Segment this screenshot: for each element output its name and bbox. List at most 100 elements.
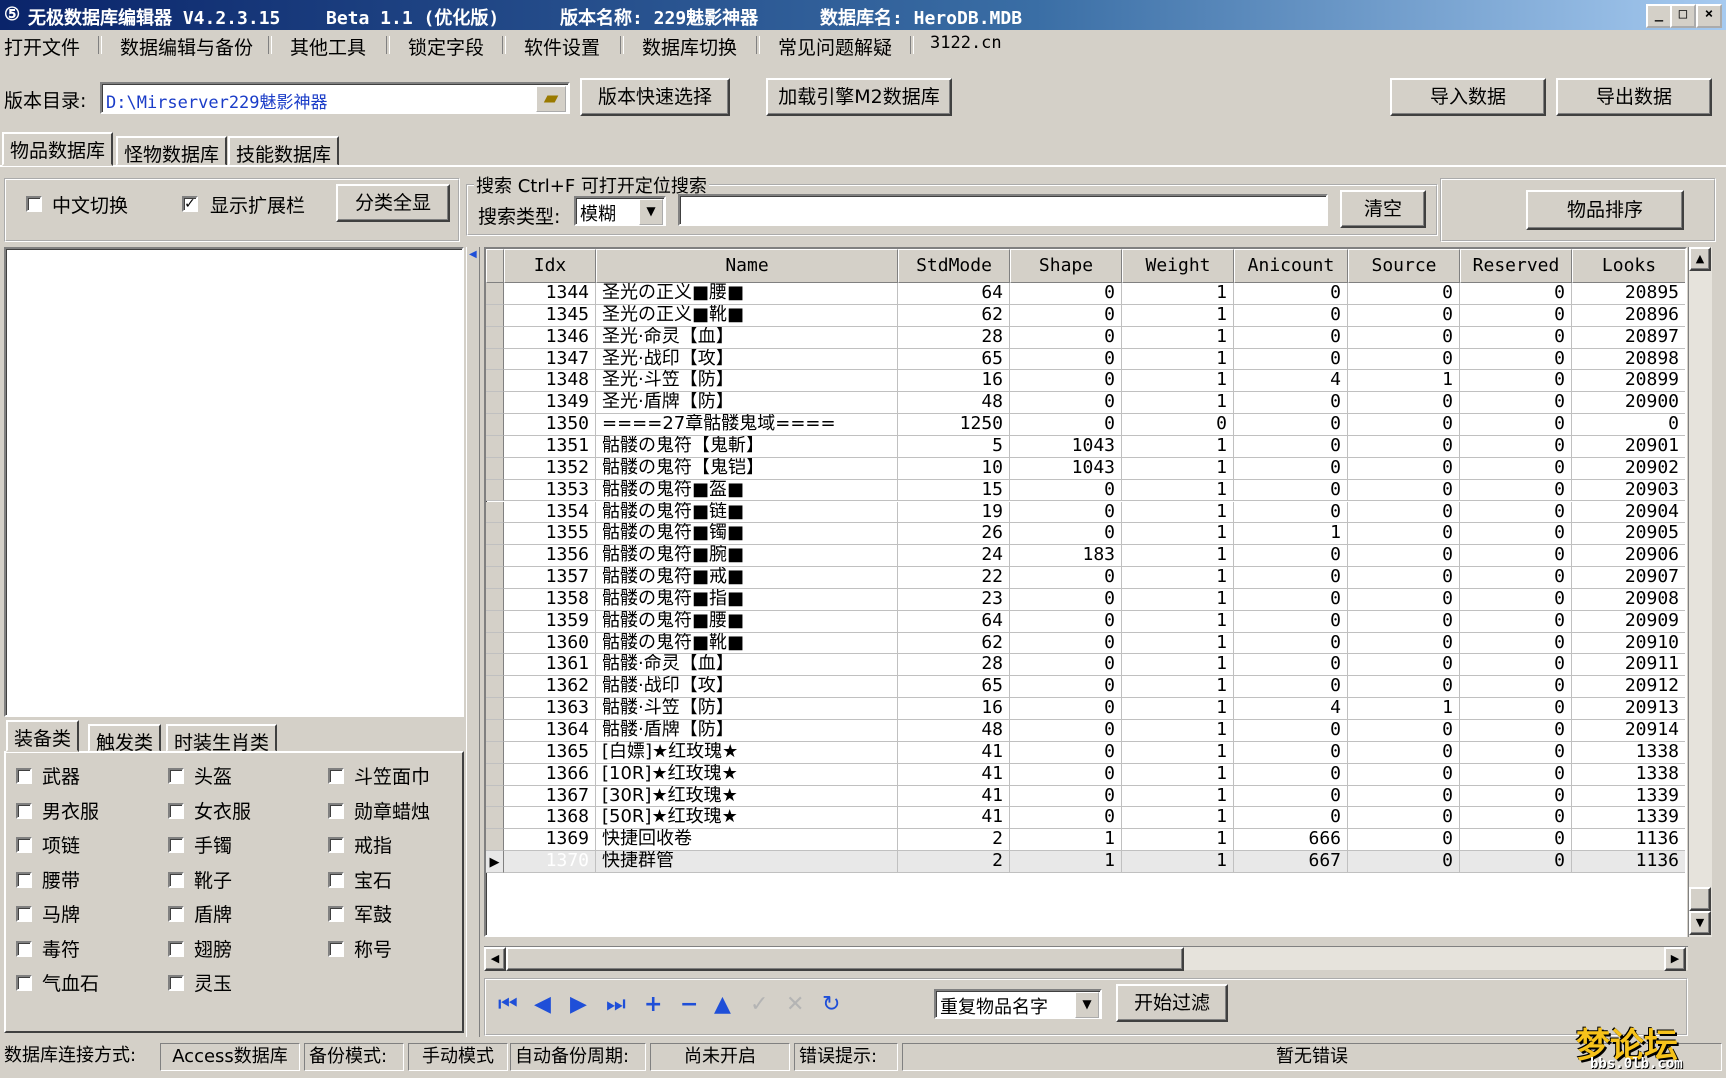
category-checkbox[interactable]: [328, 837, 344, 853]
cell-anicount[interactable]: 0: [1234, 720, 1348, 742]
cell-looks[interactable]: 20905: [1572, 523, 1685, 546]
cell-source[interactable]: 0: [1348, 632, 1460, 655]
cell-idx[interactable]: 1350: [504, 414, 596, 436]
cell-looks[interactable]: 20914: [1572, 720, 1685, 742]
cell-shape[interactable]: 0: [1010, 326, 1122, 349]
column-header-weight[interactable]: Weight: [1122, 249, 1234, 283]
cell-shape[interactable]: 0: [1010, 304, 1122, 327]
cell-anicount[interactable]: 0: [1234, 304, 1348, 327]
cell-looks[interactable]: 20898: [1572, 349, 1685, 371]
cell-weight[interactable]: 1: [1122, 283, 1234, 305]
menu-open-file[interactable]: 打开文件: [4, 33, 80, 60]
cell-looks[interactable]: 20896: [1572, 305, 1685, 327]
row-indicator[interactable]: [486, 588, 504, 611]
row-indicator[interactable]: [486, 435, 504, 458]
cell-anicount[interactable]: 667: [1234, 851, 1348, 873]
table-row[interactable]: 1360 骷髅の鬼符■靴■ 62 0 1 0 0 0 20910: [486, 632, 1685, 655]
column-header-looks[interactable]: Looks: [1572, 249, 1685, 283]
cell-stdmode[interactable]: 26: [898, 523, 1010, 546]
cell-idx[interactable]: 1370: [504, 851, 596, 873]
cell-name[interactable]: 圣光の正义■靴■: [596, 304, 898, 327]
cell-weight[interactable]: 1: [1122, 435, 1234, 458]
category-checkbox[interactable]: [16, 906, 32, 922]
cell-stdmode[interactable]: 19: [898, 501, 1010, 524]
row-indicator[interactable]: ▶: [486, 851, 504, 873]
clear-search-button[interactable]: 清空: [1340, 190, 1426, 228]
menu-site-link[interactable]: 3122.cn: [930, 33, 1002, 53]
cell-idx[interactable]: 1348: [504, 370, 596, 393]
cell-weight[interactable]: 0: [1122, 414, 1234, 436]
cell-weight[interactable]: 1: [1122, 610, 1234, 633]
cell-weight[interactable]: 1: [1122, 392, 1234, 415]
cell-name[interactable]: 骷髅の鬼符【鬼斬】: [596, 435, 898, 458]
table-row[interactable]: 1348 圣光·斗笠【防】 16 0 1 4 1 0 20899: [486, 370, 1685, 393]
grid-horizontal-scrollbar[interactable]: ◀ ▶: [484, 946, 1688, 971]
chevron-down-icon[interactable]: ▼: [1075, 992, 1099, 1018]
cell-weight[interactable]: 1: [1122, 326, 1234, 349]
cell-reserved[interactable]: 0: [1460, 654, 1572, 677]
cell-name[interactable]: [50R]★红玫瑰★: [596, 807, 898, 830]
cell-idx[interactable]: 1346: [504, 326, 596, 349]
cell-shape[interactable]: 1: [1010, 829, 1122, 852]
prior-icon[interactable]: ◀: [534, 992, 551, 1018]
cell-looks[interactable]: 1339: [1572, 786, 1685, 808]
cell-weight[interactable]: 1: [1122, 348, 1234, 371]
scroll-left-icon[interactable]: ◀: [484, 947, 506, 971]
cell-anicount[interactable]: 0: [1234, 807, 1348, 830]
show-ext-checkbox[interactable]: ✓: [182, 196, 198, 212]
cell-reserved[interactable]: 0: [1460, 283, 1572, 305]
cell-anicount[interactable]: 0: [1234, 501, 1348, 524]
cell-name[interactable]: 骷髅の鬼符【鬼铠】: [596, 457, 898, 480]
row-indicator[interactable]: [486, 457, 504, 480]
delete-icon[interactable]: −: [680, 992, 698, 1018]
cell-reserved[interactable]: 0: [1460, 698, 1572, 720]
cell-shape[interactable]: 0: [1010, 567, 1122, 589]
row-indicator[interactable]: [486, 720, 504, 742]
cell-anicount[interactable]: 0: [1234, 610, 1348, 633]
cell-stdmode[interactable]: 65: [898, 348, 1010, 371]
cell-reserved[interactable]: 0: [1460, 851, 1572, 873]
next-icon[interactable]: ▶: [570, 992, 587, 1018]
table-row[interactable]: 1367 [30R]★红玫瑰★ 41 0 1 0 0 0 1339: [486, 785, 1685, 808]
cell-anicount[interactable]: 0: [1234, 676, 1348, 699]
cell-idx[interactable]: 1362: [504, 676, 596, 699]
row-indicator[interactable]: [486, 283, 504, 305]
cell-anicount[interactable]: 0: [1234, 632, 1348, 655]
cell-name[interactable]: [10R]★红玫瑰★: [596, 763, 898, 786]
cell-stdmode[interactable]: 41: [898, 807, 1010, 830]
cell-weight[interactable]: 1: [1122, 523, 1234, 546]
search-type-select[interactable]: 模糊 ▼: [574, 196, 666, 226]
cell-source[interactable]: 0: [1348, 763, 1460, 786]
category-checkbox[interactable]: [168, 940, 184, 957]
cell-source[interactable]: 0: [1348, 479, 1460, 502]
cell-shape[interactable]: 0: [1010, 720, 1122, 742]
cell-source[interactable]: 0: [1348, 567, 1460, 589]
cell-looks[interactable]: 20906: [1572, 545, 1685, 568]
cell-weight[interactable]: 1: [1122, 370, 1234, 393]
cell-idx[interactable]: 1366: [504, 763, 596, 786]
cell-shape[interactable]: 0: [1010, 785, 1122, 808]
cell-anicount[interactable]: 666: [1234, 829, 1348, 852]
row-indicator[interactable]: [486, 348, 504, 371]
cell-stdmode[interactable]: 16: [898, 698, 1010, 720]
cell-source[interactable]: 0: [1348, 545, 1460, 568]
folder-icon[interactable]: ▰: [536, 86, 566, 112]
cell-idx[interactable]: 1353: [504, 479, 596, 502]
cell-idx[interactable]: 1364: [504, 720, 596, 742]
cell-reserved[interactable]: 0: [1460, 435, 1572, 458]
edit-icon[interactable]: ▲: [714, 992, 731, 1018]
cell-looks[interactable]: 1338: [1572, 764, 1685, 786]
insert-icon[interactable]: +: [644, 992, 662, 1018]
cell-weight[interactable]: 1: [1122, 632, 1234, 655]
cell-name[interactable]: 骷髅の鬼符■镯■: [596, 523, 898, 546]
cell-shape[interactable]: 0: [1010, 807, 1122, 830]
item-data-grid[interactable]: Idx Name StdMode Shape Weight Anicount Source R…: [484, 247, 1687, 937]
table-row[interactable]: 1345 圣光の正义■靴■ 62 0 1 0 0 0 20896: [486, 304, 1685, 327]
cell-stdmode[interactable]: 2: [898, 829, 1010, 852]
cell-source[interactable]: 0: [1348, 741, 1460, 764]
row-indicator[interactable]: [486, 785, 504, 808]
cell-reserved[interactable]: 0: [1460, 763, 1572, 786]
cell-reserved[interactable]: 0: [1460, 588, 1572, 611]
table-row[interactable]: 1355 骷髅の鬼符■镯■ 26 0 1 1 0 0 20905: [486, 523, 1685, 546]
h-scroll-thumb[interactable]: [506, 947, 1184, 971]
